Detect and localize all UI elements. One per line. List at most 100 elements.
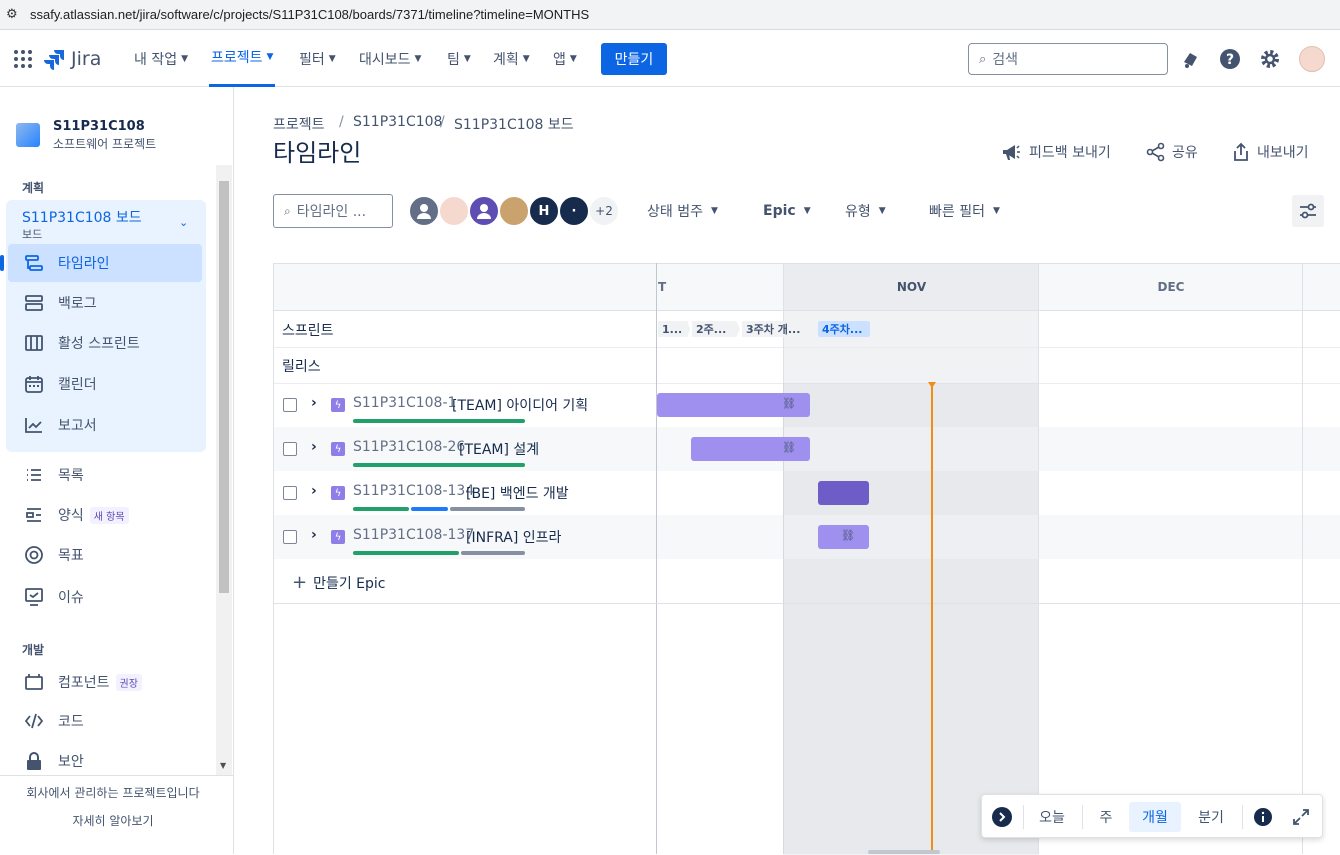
search-placeholder: 타임라인 ... [296,204,367,220]
scroll-down-icon[interactable]: ▼ [220,761,226,770]
create-button[interactable]: 만들기 [601,43,667,75]
expand-chevron-icon[interactable]: › [311,483,317,499]
site-settings-icon[interactable]: ⚙ [6,7,26,22]
assignee-avatar[interactable] [408,195,440,227]
epic-summary[interactable]: [BE] 백엔드 개발 [466,483,569,503]
global-search-input[interactable]: ⌕ 검색 [968,43,1168,75]
notifications-icon[interactable] [1180,48,1202,70]
epic-filter[interactable]: Epic ▼ [763,200,811,222]
sidebar-item-components[interactable]: 컴포넌트 권장 [8,663,202,701]
assignee-avatar[interactable]: · [558,195,590,227]
fullscreen-icon[interactable] [1288,802,1314,832]
settings-gear-icon[interactable] [1259,48,1281,70]
nav-my-work[interactable]: 내 작업 ▼ [134,30,188,87]
chevron-down-icon[interactable]: ⌄ [179,216,188,229]
help-icon[interactable]: ? [1219,48,1241,70]
timeline-search-input[interactable]: ⌕ 타임라인 ... [273,194,393,228]
epic-summary[interactable]: [INFRA] 인프라 [466,527,561,547]
status-category-filter[interactable]: 상태 범주 ▼ [647,200,718,222]
horizontal-scroll-thumb[interactable] [868,850,940,854]
sidebar-item-backlog[interactable]: 백로그 [8,284,202,322]
assignee-avatar[interactable] [498,195,530,227]
sidebar-item-active-sprint[interactable]: 활성 스프린트 [8,324,202,362]
collapse-panel-button[interactable] [990,802,1014,832]
megaphone-icon [1003,145,1020,160]
feedback-button[interactable]: 피드백 보내기 [1001,141,1111,163]
sidebar-item-goals[interactable]: 목표 [8,536,202,574]
row-checkbox[interactable] [283,398,297,412]
view-settings-button[interactable] [1292,195,1324,227]
jira-logo[interactable]: Jira [44,47,101,71]
project-name[interactable]: S11P31C108 [53,119,145,134]
list-divider[interactable] [656,263,657,854]
sidebar-item-timeline[interactable]: 타임라인 [0,244,202,282]
epic-bar-selected[interactable] [818,481,869,505]
assignee-avatar[interactable] [468,195,500,227]
calendar-icon [24,374,44,394]
quarter-view-button[interactable]: 분기 [1188,802,1234,832]
nav-teams[interactable]: 팀 ▼ [447,30,471,87]
row-checkbox[interactable] [283,530,297,544]
sidebar-item-calendar[interactable]: 캘린더 [8,365,202,403]
sprint-chip[interactable]: 1... [658,321,690,337]
assignee-avatar[interactable]: H [528,195,560,227]
sprint-chip[interactable]: 3주차 개... [742,321,812,337]
today-button[interactable]: 오늘 [1030,802,1074,832]
type-filter[interactable]: 유형 ▼ [845,200,886,222]
sidebar-item-list[interactable]: 목록 [8,456,202,494]
info-icon[interactable] [1250,802,1276,832]
epic-bar[interactable]: ⛓ [818,525,869,549]
epic-key[interactable]: S11P31C108-134 [353,483,474,499]
assignee-avatar[interactable] [438,195,470,227]
month-view-button[interactable]: 개월 [1129,802,1181,832]
expand-chevron-icon[interactable]: › [311,439,317,455]
breadcrumb-projects[interactable]: 프로젝트 [273,114,325,134]
sidebar-item-forms[interactable]: 양식 새 항목 [8,496,202,534]
epic-key[interactable]: S11P31C108-137 [353,527,474,543]
row-checkbox[interactable] [283,486,297,500]
list-header [274,264,656,311]
epic-key[interactable]: S11P31C108-1 [353,395,456,411]
share-icon [1146,142,1165,162]
user-avatar[interactable] [1299,46,1325,72]
row-checkbox[interactable] [283,442,297,456]
sprint-chip[interactable]: 2주... [692,321,740,337]
nav-projects[interactable]: 프로젝트 ▼ [209,30,276,87]
learn-more-link[interactable]: 자세히 알아보기 [0,812,226,829]
share-button[interactable]: 공유 [1146,141,1198,163]
nav-apps[interactable]: 앱 ▼ [553,30,577,87]
epic-bar[interactable]: ⛓ [691,437,810,461]
lock-icon [24,751,44,771]
board-name[interactable]: S11P31C108 보드 [22,207,142,227]
epic-key[interactable]: S11P31C108-26 [353,439,465,455]
epic-bar[interactable]: ⛓ [657,393,810,417]
sidebar-scrollbar[interactable]: ▼ [216,165,232,775]
progress-bar-in-progress [411,507,448,511]
nav-plans[interactable]: 계획 ▼ [493,30,530,87]
sidebar-item-label: 코드 [58,714,84,730]
quick-filter[interactable]: 빠른 필터 ▼ [929,200,1000,222]
epic-summary[interactable]: [TEAM] 설계 [459,439,539,459]
expand-chevron-icon[interactable]: › [311,527,317,543]
expand-chevron-icon[interactable]: › [311,395,317,411]
nav-label: 대시보드 [359,51,411,68]
sidebar-item-code[interactable]: 코드 [8,702,202,740]
url-text[interactable]: ssafy.atlassian.net/jira/software/c/proj… [30,7,589,22]
breadcrumb-project[interactable]: S11P31C108 [353,114,442,130]
scrollbar-thumb[interactable] [219,181,229,593]
browser-url-bar[interactable]: ⚙ ssafy.atlassian.net/jira/software/c/pr… [0,0,1340,30]
breadcrumb-board[interactable]: S11P31C108 보드 [454,114,574,134]
link-icon: ⛓ [782,441,796,454]
create-epic-button[interactable]: + 만들기 Epic [292,572,386,593]
nav-label: 프로젝트 [211,50,263,66]
nav-filters[interactable]: 필터 ▼ [299,30,336,87]
sprint-chip-active[interactable]: 4주차... [818,321,870,337]
sidebar-item-issues[interactable]: 이슈 [8,578,202,616]
more-assignees[interactable]: +2 [588,195,620,227]
sidebar-item-reports[interactable]: 보고서 [8,406,202,444]
epic-summary[interactable]: [TEAM] 아이디어 기획 [452,395,588,415]
export-button[interactable]: 내보내기 [1231,141,1309,163]
nav-dashboards[interactable]: 대시보드 ▼ [359,30,421,87]
app-switcher-icon[interactable] [13,49,33,69]
week-view-button[interactable]: 주 [1090,802,1122,832]
